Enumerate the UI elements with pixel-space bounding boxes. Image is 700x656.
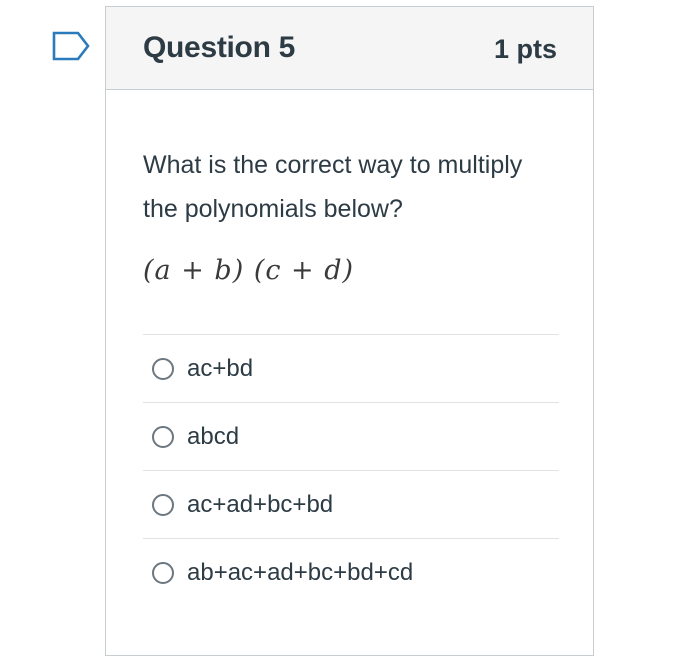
answer-option-3[interactable]: ac+ad+bc+bd [143,470,559,538]
question-title: Question 5 [143,31,296,64]
question-text: What is the correct way to multiply the … [143,151,523,223]
answer-label: abcd [187,422,240,450]
question-card: Question 5 1 pts What is the correct way… [105,6,594,656]
radio-button-icon[interactable] [152,425,174,448]
question-header: Question 5 1 pts [106,7,593,90]
answer-option-2[interactable]: abcd [143,402,559,470]
answer-label: ac+ad+bc+bd [187,490,334,518]
question-math-expression: (a + b) (c + d) [143,255,355,286]
answer-option-4[interactable]: ab+ac+ad+bc+bd+cd [143,538,559,606]
radio-button-icon[interactable] [152,561,174,584]
radio-button-icon[interactable] [152,357,174,380]
question-points: 1 pts [493,34,557,64]
answer-label: ac+bd [187,354,254,382]
answer-label: ab+ac+ad+bc+bd+cd [187,558,414,586]
flag-question-icon[interactable] [50,30,92,62]
answer-option-1[interactable]: ac+bd [143,334,559,402]
answer-list: ac+bd abcd ac+ad+bc+bd ab+ac+ad+bc+bd+cd [143,334,559,606]
radio-button-icon[interactable] [152,493,174,516]
